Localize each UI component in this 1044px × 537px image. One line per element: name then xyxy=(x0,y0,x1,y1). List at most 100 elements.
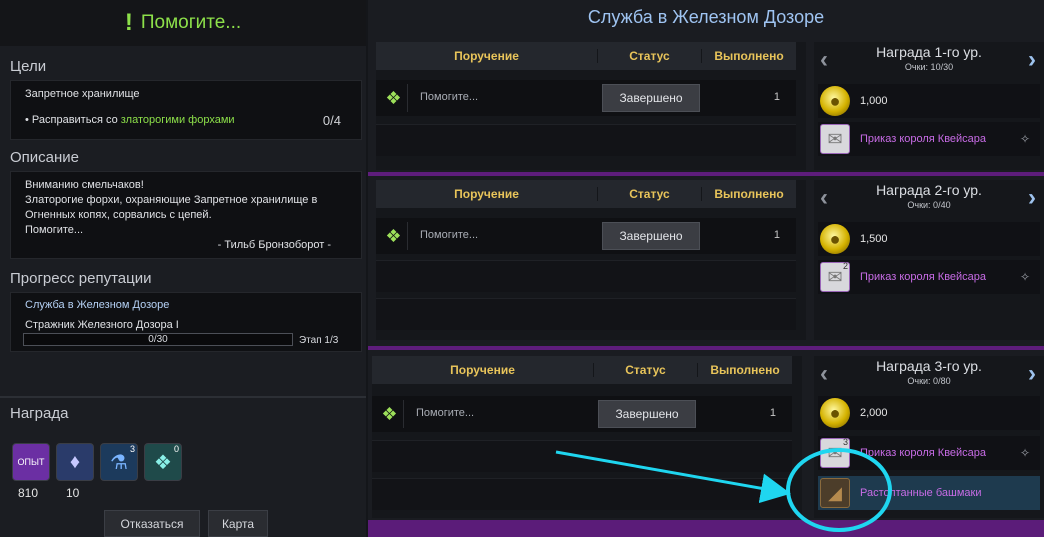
status-button[interactable]: Завершено xyxy=(602,84,700,112)
goals-box: Запретное хранилище • Расправиться со зл… xyxy=(10,80,362,140)
reputation-box: Служба в Железном Дозоре Стражник Железн… xyxy=(10,292,362,352)
description-signature: - Тильб Бронзоборот - xyxy=(217,239,331,251)
empty-row xyxy=(376,124,796,156)
potion-icon[interactable]: ⚗ 3 xyxy=(100,443,138,481)
reputation-progress-text: 0/30 xyxy=(148,334,168,345)
description-line: Огненных копях, сорвались с цепей. xyxy=(25,209,212,221)
tier-2-reward: ‹ Награда 2-го ур. Очки: 0/40 › ● 1,500 … xyxy=(814,180,1044,340)
header-status: Статус xyxy=(598,187,702,201)
goal-count: 0/4 xyxy=(322,113,341,128)
exp-icon-label: ОПЫТ xyxy=(17,457,45,467)
done-count: 1 xyxy=(773,229,780,241)
task-name: Помогите... xyxy=(420,229,479,241)
chevron-right-icon[interactable]: › xyxy=(1028,184,1036,212)
goal-task-target: златорогими форхами xyxy=(120,114,235,126)
quest-title: Помогите... xyxy=(140,12,242,33)
scroll-reward[interactable]: ✉ 2 Приказ короля Квейсара ✧ xyxy=(818,260,1040,294)
table-header: Поручение Статус Выполнено xyxy=(372,356,792,384)
header-status: Статус xyxy=(594,363,698,377)
chevron-right-icon[interactable]: › xyxy=(1028,46,1036,74)
tier-3-table: Поручение Статус Выполнено ❖ Помогите...… xyxy=(372,356,802,518)
reward-header: ‹ Награда 2-го ур. Очки: 0/40 › xyxy=(814,180,1044,216)
scroll-name: Приказ короля Квейсара xyxy=(860,447,987,459)
crystal-heart-icon[interactable]: ❖ 0 xyxy=(144,443,182,481)
potion-badge: 3 xyxy=(129,444,135,454)
header-task: Поручение xyxy=(376,49,598,63)
silver-coin-icon: ● xyxy=(820,398,850,428)
faction-service-panel: Служба в Железном Дозоре Поручение Стату… xyxy=(368,0,1044,537)
goal-area: Запретное хранилище xyxy=(25,88,140,100)
tier-separator xyxy=(368,346,1044,350)
scroll-icon: ✉ xyxy=(820,124,850,154)
description-line: Златорогие форхи, охраняющие Запретное х… xyxy=(25,194,318,206)
expand-icon[interactable]: ✧ xyxy=(1020,270,1030,284)
table-row[interactable]: ❖ Помогите... Завершено 1 xyxy=(372,396,792,432)
empty-row xyxy=(372,440,792,472)
task-name: Помогите... xyxy=(420,91,479,103)
scroll-badge: 3 xyxy=(842,437,848,447)
table-row[interactable]: ❖ Помогите... Завершено 1 xyxy=(376,218,796,254)
reward-points: Очки: 0/40 xyxy=(907,200,951,210)
crystal-badge: 0 xyxy=(173,444,179,454)
description-box: Вниманию смельчаков! Златорогие форхи, о… xyxy=(10,171,362,259)
description-heading: Описание xyxy=(10,149,80,166)
quest-icon: ❖ xyxy=(380,84,408,112)
quest-mark-icon: ! xyxy=(124,9,133,36)
reward-header: ‹ Награда 3-го ур. Очки: 0/80 › xyxy=(814,356,1044,392)
header-task: Поручение xyxy=(376,187,598,201)
reputation-heading: Прогресс репутации xyxy=(10,270,152,287)
table-header: Поручение Статус Выполнено xyxy=(376,180,796,208)
tier-separator xyxy=(368,172,1044,176)
silver-reward[interactable]: ● 1,500 xyxy=(818,222,1040,256)
silver-amount: 1,000 xyxy=(860,95,888,107)
empty-row xyxy=(376,298,796,330)
reward-points: Очки: 0/80 xyxy=(907,376,951,386)
task-name: Помогите... xyxy=(416,407,475,419)
header-done: Выполнено xyxy=(714,187,784,201)
reward-header: ‹ Награда 1-го ур. Очки: 10/30 › xyxy=(814,42,1044,78)
status-button[interactable]: Завершено xyxy=(598,400,696,428)
silver-reward[interactable]: ● 1,000 xyxy=(818,84,1040,118)
reputation-faction: Служба в Железном Дозоре xyxy=(25,299,170,311)
header-status: Статус xyxy=(598,49,702,63)
goal-task: • Расправиться со златорогими форхами xyxy=(25,114,235,126)
exp-icon[interactable]: ОПЫТ xyxy=(12,443,50,481)
reward-level: Награда 3-го ур. xyxy=(876,358,982,374)
scroll-badge: 2 xyxy=(842,261,848,271)
done-count: 1 xyxy=(769,407,776,419)
quest-icon: ❖ xyxy=(376,400,404,428)
done-count: 1 xyxy=(773,91,780,103)
status-button[interactable]: Завершено xyxy=(602,222,700,250)
bottom-band xyxy=(368,520,1044,537)
goal-task-prefix: • Расправиться со xyxy=(25,114,118,126)
reward-points: Очки: 10/30 xyxy=(904,62,954,72)
scroll-name: Приказ короля Квейсара xyxy=(860,133,987,145)
header-done: Выполнено xyxy=(714,49,784,63)
empty-row xyxy=(376,260,796,292)
expand-icon[interactable]: ✧ xyxy=(1020,446,1030,460)
chevron-right-icon[interactable]: › xyxy=(1028,360,1036,388)
description-line: Помогите... xyxy=(25,224,84,236)
quest-header: ! Помогите... xyxy=(0,0,366,46)
quest-detail-panel: ! Помогите... Цели Запретное хранилище •… xyxy=(0,0,366,537)
silver-coin-icon: ● xyxy=(820,86,850,116)
reward-level: Награда 1-го ур. xyxy=(876,44,982,60)
diamond-icon[interactable]: ♦ xyxy=(56,443,94,481)
table-row[interactable]: ❖ Помогите... Завершено 1 xyxy=(376,80,796,116)
empty-row xyxy=(372,478,792,510)
header-task: Поручение xyxy=(372,363,594,377)
reward-heading: Награда xyxy=(10,405,69,422)
exp-value: 810 xyxy=(18,486,39,500)
reputation-rank: Стражник Железного Дозора I xyxy=(25,319,179,331)
expand-icon[interactable]: ✧ xyxy=(1020,132,1030,146)
scroll-reward[interactable]: ✉ Приказ короля Квейсара ✧ xyxy=(818,122,1040,156)
refuse-button[interactable]: Отказаться xyxy=(104,510,200,537)
reward-level: Награда 2-го ур. xyxy=(876,182,982,198)
silver-amount: 1,500 xyxy=(860,233,888,245)
reputation-stage: Этап 1/3 xyxy=(299,335,339,346)
description-line: Вниманию смельчаков! xyxy=(25,179,144,191)
panel-title: Служба в Железном Дозоре xyxy=(587,6,825,27)
divider xyxy=(0,396,366,398)
map-button[interactable]: Карта xyxy=(208,510,268,537)
silver-reward[interactable]: ● 2,000 xyxy=(818,396,1040,430)
